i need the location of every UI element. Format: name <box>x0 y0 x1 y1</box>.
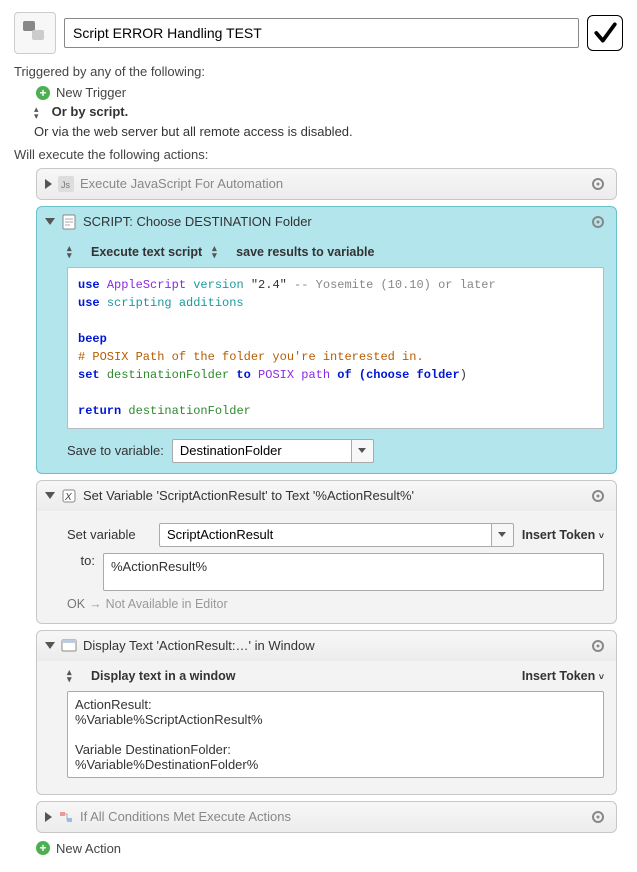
variable-icon: X <box>61 488 77 504</box>
script-icon <box>61 214 77 230</box>
actions-label: Will execute the following actions: <box>14 147 623 162</box>
variable-dropdown-button[interactable] <box>492 523 514 547</box>
gear-icon[interactable] <box>588 212 608 232</box>
disclosure-icon[interactable] <box>45 218 55 225</box>
insert-token-button[interactable]: Insert Token ˅ <box>522 528 604 542</box>
svg-text:Js: Js <box>61 180 71 190</box>
new-action-label: New Action <box>56 841 121 856</box>
action-title: SCRIPT: Choose DESTINATION Folder <box>83 214 582 229</box>
action-if-conditions[interactable]: If All Conditions Met Execute Actions <box>36 801 617 833</box>
script-editor[interactable]: use AppleScript version "2.4" -- Yosemit… <box>67 267 604 429</box>
gear-icon[interactable] <box>588 636 608 656</box>
disclosure-icon[interactable] <box>45 642 55 649</box>
action-title: If All Conditions Met Execute Actions <box>80 809 582 824</box>
gear-icon[interactable] <box>588 174 608 194</box>
new-trigger-button[interactable]: + New Trigger <box>36 85 623 100</box>
gear-icon[interactable] <box>588 486 608 506</box>
conditions-icon <box>58 809 74 825</box>
macro-icon[interactable] <box>14 12 56 54</box>
save-to-variable-label: Save to variable: <box>67 443 164 458</box>
updown-icon <box>67 245 77 259</box>
macro-title-input[interactable] <box>64 18 579 48</box>
or-by-script-label: Or by script. <box>52 104 129 119</box>
updown-icon <box>212 245 222 259</box>
display-text-input[interactable]: ActionResult: %Variable%ScriptActionResu… <box>67 691 604 778</box>
updown-icon <box>67 669 77 683</box>
to-value-input[interactable]: %ActionResult% <box>103 553 604 591</box>
plus-icon: + <box>36 841 50 855</box>
action-set-variable[interactable]: X Set Variable 'ScriptActionResult' to T… <box>36 480 617 624</box>
action-title: Display Text 'ActionResult:…' in Window <box>83 638 582 653</box>
status-na: Not Available in Editor <box>106 597 228 611</box>
new-trigger-label: New Trigger <box>56 85 126 100</box>
variable-dropdown-button[interactable] <box>352 439 374 463</box>
status-ok: OK <box>67 597 85 611</box>
action-title: Set Variable 'ScriptActionResult' to Tex… <box>83 488 582 503</box>
action-title: Execute JavaScript For Automation <box>80 176 582 191</box>
action-execute-js[interactable]: Js Execute JavaScript For Automation <box>36 168 617 200</box>
triggers-label: Triggered by any of the following: <box>14 64 623 79</box>
action-display-text[interactable]: Display Text 'ActionResult:…' in Window … <box>36 630 617 795</box>
display-mode-dropdown[interactable]: Display text in a window <box>91 669 235 683</box>
js-icon: Js <box>58 176 74 192</box>
save-results-dropdown[interactable]: save results to variable <box>236 245 374 259</box>
svg-text:X: X <box>64 492 72 503</box>
disclosure-icon[interactable] <box>45 179 52 189</box>
set-variable-label: Set variable <box>67 527 151 542</box>
enabled-toggle[interactable] <box>587 15 623 51</box>
window-icon <box>61 638 77 654</box>
variable-name-input[interactable] <box>159 523 492 547</box>
save-to-variable-input[interactable] <box>172 439 352 463</box>
execute-script-dropdown[interactable]: Execute text script <box>91 245 202 259</box>
new-action-button[interactable]: + New Action <box>36 841 623 856</box>
disclosure-icon[interactable] <box>45 812 52 822</box>
updown-icon <box>34 106 44 120</box>
action-script-choose-destination[interactable]: SCRIPT: Choose DESTINATION Folder Execut… <box>36 206 617 474</box>
or-via-web-label: Or via the web server but all remote acc… <box>34 124 623 139</box>
insert-token-button[interactable]: Insert Token ˅ <box>522 669 604 683</box>
arrow-icon: → <box>89 597 102 611</box>
gear-icon[interactable] <box>588 807 608 827</box>
to-label: to: <box>67 553 95 568</box>
plus-icon: + <box>36 86 50 100</box>
disclosure-icon[interactable] <box>45 492 55 499</box>
